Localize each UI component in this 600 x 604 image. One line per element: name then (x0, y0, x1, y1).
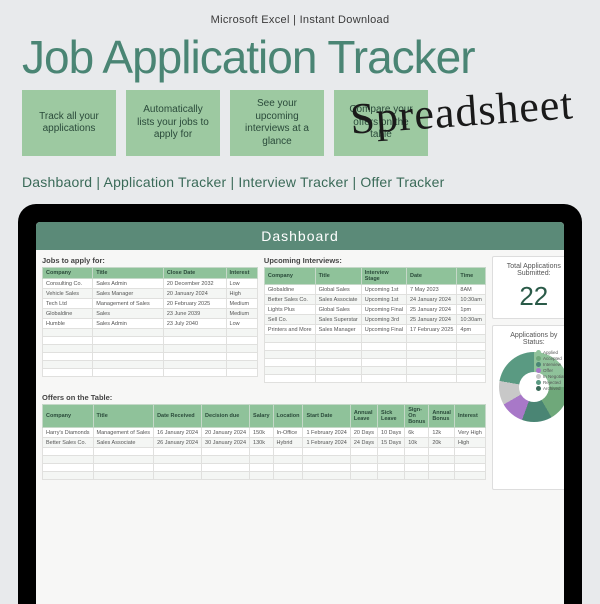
jobs-section: Jobs to apply for: CompanyTitleClose Dat… (42, 256, 258, 383)
offers-table[interactable]: CompanyTitleDate ReceivedDecision dueSal… (42, 404, 486, 480)
column-header[interactable]: Title (93, 268, 164, 279)
status-title: Applications by Status: (499, 332, 564, 346)
column-header[interactable]: Company (264, 268, 315, 285)
interviews-title: Upcoming Interviews: (264, 256, 486, 265)
total-title: Total Applications Submitted: (499, 263, 564, 277)
table-row[interactable]: Tech LtdManagement of Sales20 February 2… (43, 299, 258, 309)
legend-item: In Negotiating (536, 374, 564, 379)
spreadsheet-screen: Dashboard Jobs to apply for: CompanyTitl… (36, 222, 564, 604)
column-header[interactable]: Company (43, 405, 94, 428)
legend-item: Accepted (536, 356, 564, 361)
empty-row (43, 345, 258, 353)
empty-row (43, 369, 258, 377)
table-row[interactable]: Better Sales Co.Sales AssociateUpcoming … (264, 295, 485, 305)
empty-row (43, 464, 486, 472)
table-row[interactable]: Harry's DiamondsManagement of Sales16 Ja… (43, 428, 486, 438)
empty-row (264, 351, 485, 359)
interviews-table[interactable]: CompanyTitleInterview StageDateTimeGloba… (264, 267, 486, 383)
empty-row (264, 359, 485, 367)
column-header[interactable]: Title (93, 405, 154, 428)
total-apps-box: Total Applications Submitted: 22 (492, 256, 564, 319)
table-row[interactable]: Lights PlusGlobal SalesUpcoming Final25 … (264, 305, 485, 315)
column-header[interactable]: Title (315, 268, 361, 285)
empty-row (43, 337, 258, 345)
legend-item: Archived (536, 386, 564, 391)
column-header[interactable]: Sign-On Bonus (405, 405, 429, 428)
column-header[interactable]: Date Received (154, 405, 202, 428)
column-header[interactable]: Date (406, 268, 456, 285)
column-header[interactable]: Sick Leave (378, 405, 405, 428)
tablet-frame: Dashboard Jobs to apply for: CompanyTitl… (18, 204, 582, 604)
empty-row (264, 335, 485, 343)
jobs-title: Jobs to apply for: (42, 256, 258, 265)
jobs-table[interactable]: CompanyTitleClose DateInterestConsulting… (42, 267, 258, 377)
column-header[interactable]: Decision due (202, 405, 250, 428)
subnav: Dashbaord | Application Tracker | Interv… (0, 160, 600, 204)
chart-legend: AppliedAcceptedInterviewOfferIn Negotiat… (536, 350, 564, 391)
column-header[interactable]: Annual Leave (350, 405, 377, 428)
dashboard-header: Dashboard (36, 222, 564, 250)
column-header[interactable]: Interest (226, 268, 257, 279)
column-header[interactable]: Interview Stage (361, 268, 406, 285)
column-header[interactable]: Company (43, 268, 93, 279)
column-header[interactable]: Annual Bonus (429, 405, 455, 428)
legend-item: Interview (536, 362, 564, 367)
ribbon-1: Track all your applications (22, 90, 116, 156)
empty-row (43, 448, 486, 456)
empty-row (264, 343, 485, 351)
empty-row (43, 353, 258, 361)
header-meta: Microsoft Excel | Instant Download (0, 0, 600, 26)
empty-row (43, 456, 486, 464)
total-value: 22 (499, 281, 564, 312)
empty-row (43, 361, 258, 369)
empty-row (43, 329, 258, 337)
main-title: Job Application Tracker (0, 26, 600, 84)
column-header[interactable]: Location (273, 405, 303, 428)
table-row[interactable]: GlobaldineSales23 June 2039Medium (43, 309, 258, 319)
interviews-section: Upcoming Interviews: CompanyTitleIntervi… (264, 256, 486, 383)
column-header[interactable]: Start Date (303, 405, 350, 428)
table-row[interactable]: Sell Co.Sales SuperstarUpcoming 3rd25 Ja… (264, 315, 485, 325)
column-header[interactable]: Close Date (163, 268, 226, 279)
legend-item: Offer (536, 368, 564, 373)
table-row[interactable]: Printers and MoreSales ManagerUpcoming F… (264, 325, 485, 335)
status-box: Applications by Status: AppliedAcceptedI… (492, 325, 564, 490)
empty-row (43, 472, 486, 480)
legend-item: Rejected (536, 380, 564, 385)
offers-title: Offers on the Table: (42, 393, 486, 402)
offers-section: Offers on the Table: CompanyTitleDate Re… (42, 393, 486, 480)
ribbon-3: See your upcoming interviews at a glance (230, 90, 324, 156)
table-row[interactable]: HumbleSales Admin23 July 2040Low (43, 319, 258, 329)
empty-row (264, 375, 485, 383)
empty-row (264, 367, 485, 375)
table-row[interactable]: Better Sales Co.Sales Associate26 Januar… (43, 438, 486, 448)
column-header[interactable]: Time (457, 268, 485, 285)
table-row[interactable]: Vehicle SalesSales Manager20 January 202… (43, 289, 258, 299)
column-header[interactable]: Interest (454, 405, 485, 428)
table-row[interactable]: Consulting Co.Sales Admin20 December 203… (43, 279, 258, 289)
ribbon-2: Automatically lists your jobs to apply f… (126, 90, 220, 156)
legend-item: Applied (536, 350, 564, 355)
column-header[interactable]: Salary (250, 405, 274, 428)
table-row[interactable]: GlobaldineGlobal SalesUpcoming 1st7 May … (264, 285, 485, 295)
